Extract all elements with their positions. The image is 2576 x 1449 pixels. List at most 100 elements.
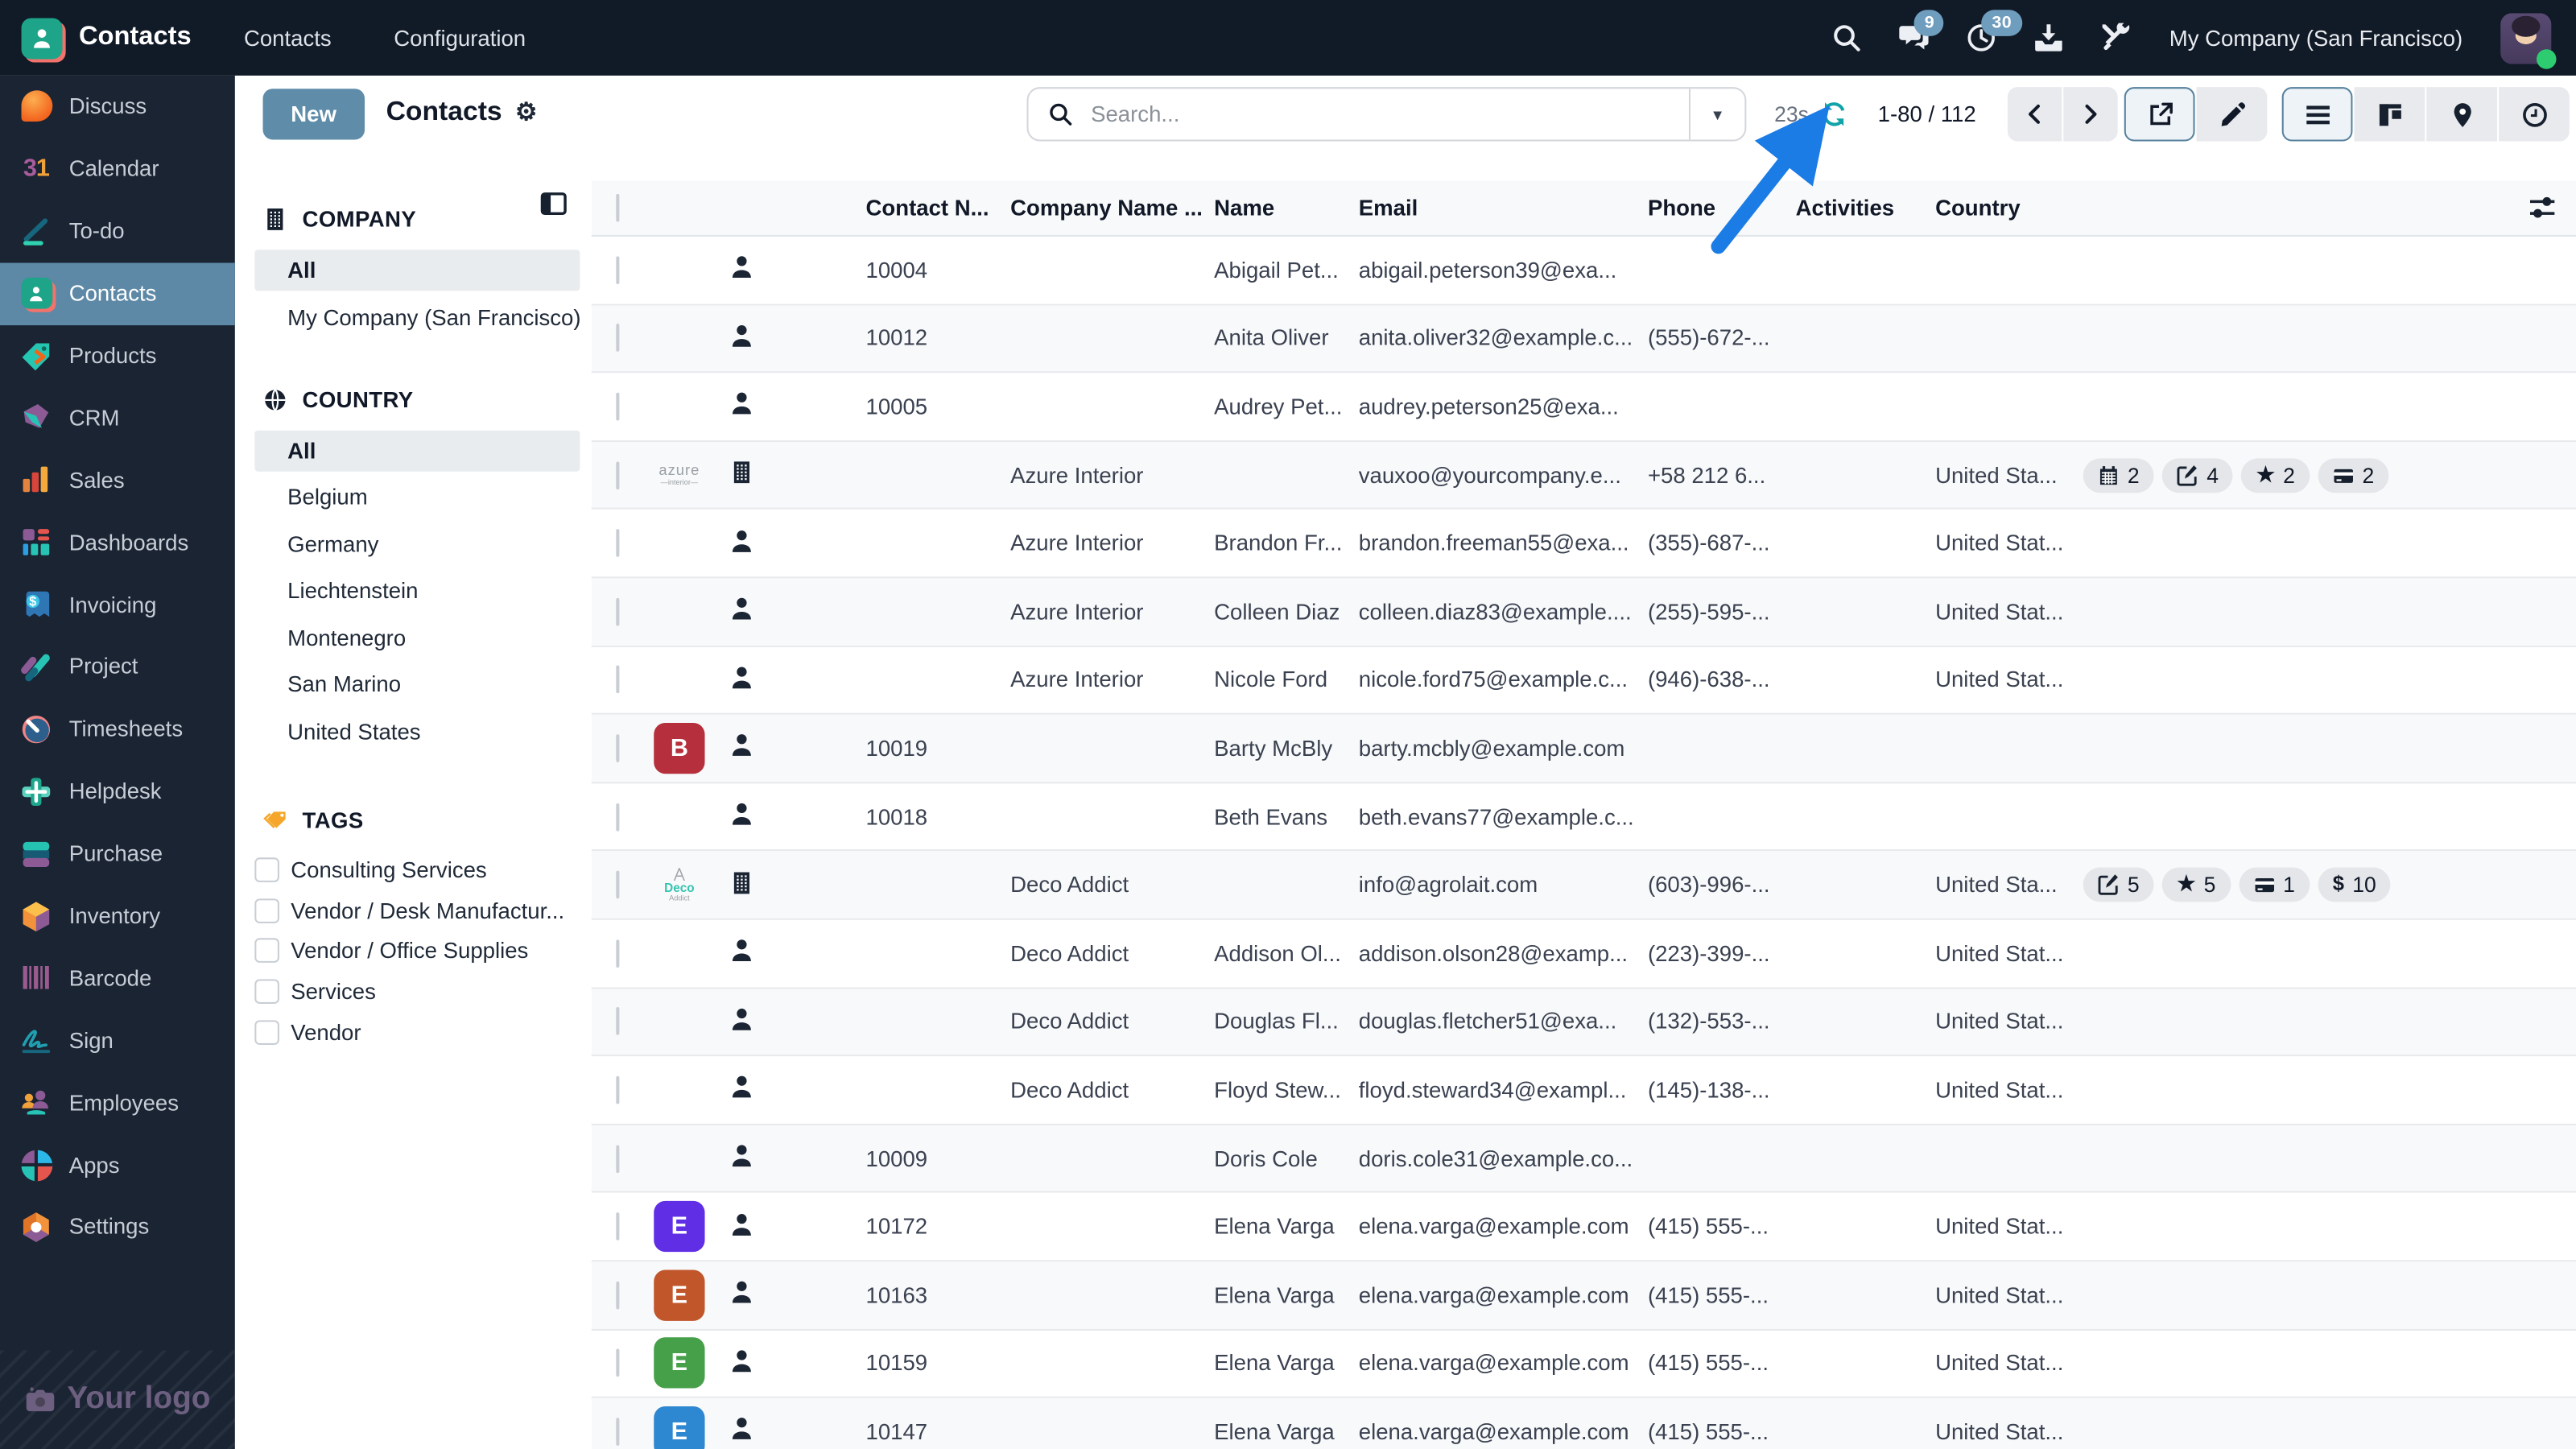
table-row[interactable]: B 10019 Barty McBly barty.mcbly@example.… (592, 715, 2576, 783)
sidebar-item-timesheets[interactable]: Timesheets (0, 698, 235, 760)
search-input[interactable] (1088, 100, 1689, 128)
table-row[interactable]: Deco Addict Addison Ol... addison.olson2… (592, 920, 2576, 989)
filter-option-germany[interactable]: Germany (254, 523, 580, 564)
filter-option-united-states[interactable]: United States (254, 711, 580, 752)
schedule-activity-icon[interactable] (1806, 1072, 1835, 1102)
filter-option-liechtenstein[interactable]: Liechtenstein (254, 570, 580, 611)
tag-filter-consulting-services[interactable]: Consulting Services (254, 850, 591, 890)
sidebar-item-inventory[interactable]: Inventory (0, 885, 235, 947)
sidebar-item-discuss[interactable]: Discuss (0, 76, 235, 138)
row-checkbox[interactable] (616, 324, 619, 353)
card-count-badge[interactable]: 1 (2239, 868, 2310, 902)
sidebar-item-products[interactable]: Products (0, 324, 235, 386)
row-checkbox[interactable] (616, 1349, 619, 1377)
filter-option-all[interactable]: All (254, 250, 580, 291)
gear-icon[interactable]: ⚙ (515, 100, 537, 125)
checkbox[interactable] (254, 858, 279, 883)
table-row[interactable]: E 10172 Elena Varga elena.varga@example.… (592, 1193, 2576, 1261)
row-checkbox[interactable] (616, 871, 619, 899)
star-count-badge[interactable]: ★5 (2162, 868, 2231, 902)
sidebar-item-purchase[interactable]: Purchase (0, 823, 235, 885)
schedule-activity-icon[interactable] (1806, 1209, 1835, 1239)
dollar-count-badge[interactable]: $10 (2318, 868, 2391, 902)
table-row[interactable]: azure—interior— Azure Interior vauxoo@yo… (592, 442, 2576, 510)
sidebar-item-helpdesk[interactable]: Helpdesk (0, 760, 235, 822)
sidebar-item-contacts[interactable]: Contacts (0, 262, 235, 324)
table-row[interactable]: E 10163 Elena Varga elena.varga@example.… (592, 1261, 2576, 1330)
filter-option-belgium[interactable]: Belgium (254, 477, 580, 518)
panel-toggle-icon[interactable] (540, 192, 567, 216)
row-checkbox[interactable] (616, 256, 619, 284)
sidebar-item-crm[interactable]: CRM (0, 387, 235, 449)
row-checkbox[interactable] (616, 393, 619, 421)
map-view-button[interactable] (2426, 87, 2497, 141)
edit-count-badge[interactable]: 5 (2083, 868, 2154, 902)
company-switcher[interactable]: My Company (San Francisco) (2169, 26, 2462, 51)
table-row[interactable]: DecoAddict Deco Addict info@agrolait.com… (592, 852, 2576, 920)
external-link-button[interactable] (2124, 87, 2195, 141)
install-icon[interactable] (2034, 23, 2064, 53)
header-country[interactable]: Country (1935, 196, 2083, 221)
pager-previous-button[interactable] (2008, 87, 2062, 141)
schedule-activity-icon[interactable] (1806, 1141, 1835, 1170)
sidebar-item-sign[interactable]: Sign (0, 1009, 235, 1071)
table-row[interactable]: Azure Interior Brandon Fr... brandon.fre… (592, 510, 2576, 578)
row-checkbox[interactable] (616, 1076, 619, 1104)
schedule-activity-icon[interactable] (1806, 321, 1835, 351)
header-phone[interactable]: Phone (1648, 196, 1796, 221)
developer-tools-icon[interactable] (2102, 23, 2132, 53)
filter-option-san-marino[interactable]: San Marino (254, 663, 580, 704)
filter-option-montenegro[interactable]: Montenegro (254, 617, 580, 658)
row-checkbox[interactable] (616, 597, 619, 625)
tag-filter-vendor-office-supplies[interactable]: Vendor / Office Supplies (254, 931, 591, 972)
row-checkbox[interactable] (616, 1008, 619, 1036)
star-count-badge[interactable]: ★2 (2242, 458, 2310, 493)
activity-view-button[interactable] (2499, 87, 2570, 141)
row-checkbox[interactable] (616, 1212, 619, 1241)
schedule-activity-icon[interactable] (1806, 1278, 1835, 1307)
sidebar-item-invoicing[interactable]: $ Invoicing (0, 574, 235, 636)
sidebar-item-calendar[interactable]: 31 Calendar (0, 138, 235, 200)
table-row[interactable]: Azure Interior Colleen Diaz colleen.diaz… (592, 578, 2576, 646)
schedule-activity-icon[interactable] (1806, 526, 1835, 555)
row-checkbox[interactable] (616, 734, 619, 762)
schedule-activity-icon[interactable] (1806, 936, 1835, 966)
table-row[interactable]: 10018 Beth Evans beth.evans77@example.c.… (592, 783, 2576, 852)
search-icon[interactable] (1832, 23, 1862, 53)
table-row[interactable]: 10012 Anita Oliver anita.oliver32@exampl… (592, 305, 2576, 374)
select-all-checkbox[interactable] (616, 194, 619, 222)
tag-filter-vendor-desk-manufactur-[interactable]: Vendor / Desk Manufactur... (254, 890, 591, 931)
schedule-activity-icon[interactable] (1806, 663, 1835, 692)
sidebar-item-sales[interactable]: Sales (0, 449, 235, 511)
row-checkbox[interactable] (616, 1281, 619, 1309)
checkbox[interactable] (254, 1020, 279, 1045)
list-view-button[interactable] (2282, 87, 2353, 141)
menu-configuration[interactable]: Configuration (394, 26, 526, 51)
row-checkbox[interactable] (616, 803, 619, 831)
header-email[interactable]: Email (1359, 196, 1648, 221)
row-checkbox[interactable] (616, 529, 619, 557)
sidebar-item-to-do[interactable]: To-do (0, 200, 235, 262)
app-brand[interactable]: Contacts (22, 17, 192, 58)
tag-filter-vendor[interactable]: Vendor (254, 1012, 591, 1052)
tag-filter-services[interactable]: Services (254, 972, 591, 1012)
table-row[interactable]: 10005 Audrey Pet... audrey.peterson25@ex… (592, 374, 2576, 442)
schedule-activity-icon[interactable] (1806, 1346, 1835, 1376)
row-checkbox[interactable] (616, 666, 619, 694)
table-row[interactable]: 10004 Abigail Pet... abigail.peterson39@… (592, 237, 2576, 305)
new-button[interactable]: New (263, 89, 365, 139)
filter-option-my-company-san-francisco-[interactable]: My Company (San Francisco) (254, 296, 580, 337)
edit-count-badge[interactable]: 4 (2162, 458, 2233, 493)
schedule-activity-icon[interactable] (1806, 731, 1835, 761)
table-row[interactable]: Azure Interior Nicole Ford nicole.ford75… (592, 646, 2576, 715)
pager-next-button[interactable] (2063, 87, 2117, 141)
messages-button[interactable]: 9 (1900, 23, 1930, 53)
search-dropdown-toggle[interactable]: ▼ (1689, 89, 1744, 139)
table-row[interactable]: 10009 Doris Cole doris.cole31@example.co… (592, 1125, 2576, 1193)
row-checkbox[interactable] (616, 1144, 619, 1172)
kanban-view-button[interactable] (2354, 87, 2425, 141)
row-checkbox[interactable] (616, 939, 619, 968)
table-row[interactable]: Deco Addict Douglas Fl... douglas.fletch… (592, 989, 2576, 1057)
header-name[interactable]: Name (1214, 196, 1359, 221)
schedule-activity-icon[interactable] (1806, 390, 1835, 419)
